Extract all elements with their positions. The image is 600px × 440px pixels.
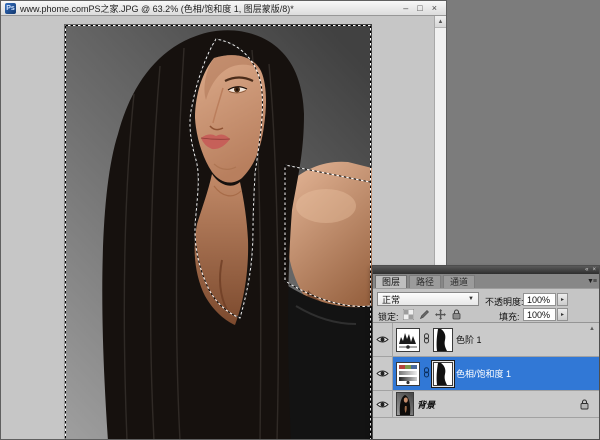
layer-row-hue-saturation[interactable]: 色相/饱和度 1	[373, 357, 599, 391]
layer-controls: 正常 ▼ 不透明度: 100% ▸ 锁定: 填充: 100% ▸	[373, 289, 599, 323]
photoshop-file-icon: Ps	[5, 2, 16, 14]
fill-spinner-button[interactable]: ▸	[557, 308, 568, 321]
mask-link-icon[interactable]	[423, 333, 430, 346]
photo-of-woman[interactable]	[64, 24, 372, 439]
tab-layers[interactable]: 图层	[375, 275, 408, 288]
blend-mode-value: 正常	[382, 294, 401, 305]
tab-paths[interactable]: 路径	[409, 275, 442, 288]
fill-label: 填充:	[499, 312, 520, 322]
opacity-input[interactable]: 100%	[523, 293, 556, 306]
lock-pixels-brush-icon[interactable]	[418, 308, 430, 320]
chevron-down-icon: ▼	[468, 296, 474, 302]
levels-adjustment-thumbnail[interactable]	[396, 327, 420, 352]
panel-header-bar: « ×	[373, 266, 599, 274]
opacity-spinner-button[interactable]: ▸	[557, 293, 568, 306]
panel-menu-icon[interactable]: ▼≡	[587, 278, 597, 285]
mask-link-icon[interactable]	[423, 367, 430, 380]
document-title: www.phome.comPS之家.JPG @ 63.2% (色相/饱和度 1,…	[20, 3, 294, 14]
fill-input[interactable]: 100%	[523, 308, 556, 321]
restore-button[interactable]: □	[417, 2, 422, 15]
layer-row-levels[interactable]: 色阶 1	[373, 323, 599, 357]
photo-image	[64, 24, 372, 439]
visibility-eye-icon[interactable]	[373, 323, 393, 356]
photoshop-app: Ps www.phome.comPS之家.JPG @ 63.2% (色相/饱和度…	[0, 0, 600, 440]
lock-transparency-icon[interactable]	[402, 308, 414, 320]
blend-mode-select[interactable]: 正常 ▼	[377, 292, 479, 306]
layer-list: ▲ 色阶 1 色相/饱和度 1 背景	[373, 323, 599, 439]
levels-layer-mask-thumbnail[interactable]	[433, 327, 453, 352]
collapse-panel-icon[interactable]: «	[585, 266, 588, 274]
tab-channels[interactable]: 通道	[443, 275, 476, 288]
layer-row-background[interactable]: 背景	[373, 391, 599, 418]
hue-saturation-adjustment-thumbnail[interactable]	[396, 361, 420, 386]
background-image-thumbnail[interactable]	[396, 392, 414, 416]
layer-name: 色相/饱和度 1	[456, 369, 512, 379]
background-lock-icon	[580, 398, 589, 410]
lock-label: 锁定:	[378, 312, 399, 322]
layer-name: 色阶 1	[456, 335, 482, 345]
close-button[interactable]: ×	[432, 2, 437, 15]
visibility-eye-icon[interactable]	[373, 357, 393, 390]
panel-tabs: 图层 路径 通道 ▼≡	[373, 274, 599, 289]
close-panel-icon[interactable]: ×	[592, 266, 596, 274]
layers-panel: « × 图层 路径 通道 ▼≡ 正常 ▼ 不透明度: 100% ▸ 锁定: 填充…	[372, 265, 600, 440]
document-titlebar[interactable]: Ps www.phome.comPS之家.JPG @ 63.2% (色相/饱和度…	[1, 1, 446, 16]
opacity-label: 不透明度:	[485, 297, 524, 307]
scroll-up-arrow[interactable]: ▲	[435, 16, 446, 28]
lock-position-move-icon[interactable]	[434, 308, 446, 320]
visibility-eye-icon[interactable]	[373, 391, 393, 417]
lock-all-padlock-icon[interactable]	[450, 308, 462, 320]
hue-saturation-layer-mask-thumbnail[interactable]	[433, 361, 453, 386]
minimize-button[interactable]: –	[403, 2, 408, 15]
layer-name: 背景	[417, 399, 436, 410]
